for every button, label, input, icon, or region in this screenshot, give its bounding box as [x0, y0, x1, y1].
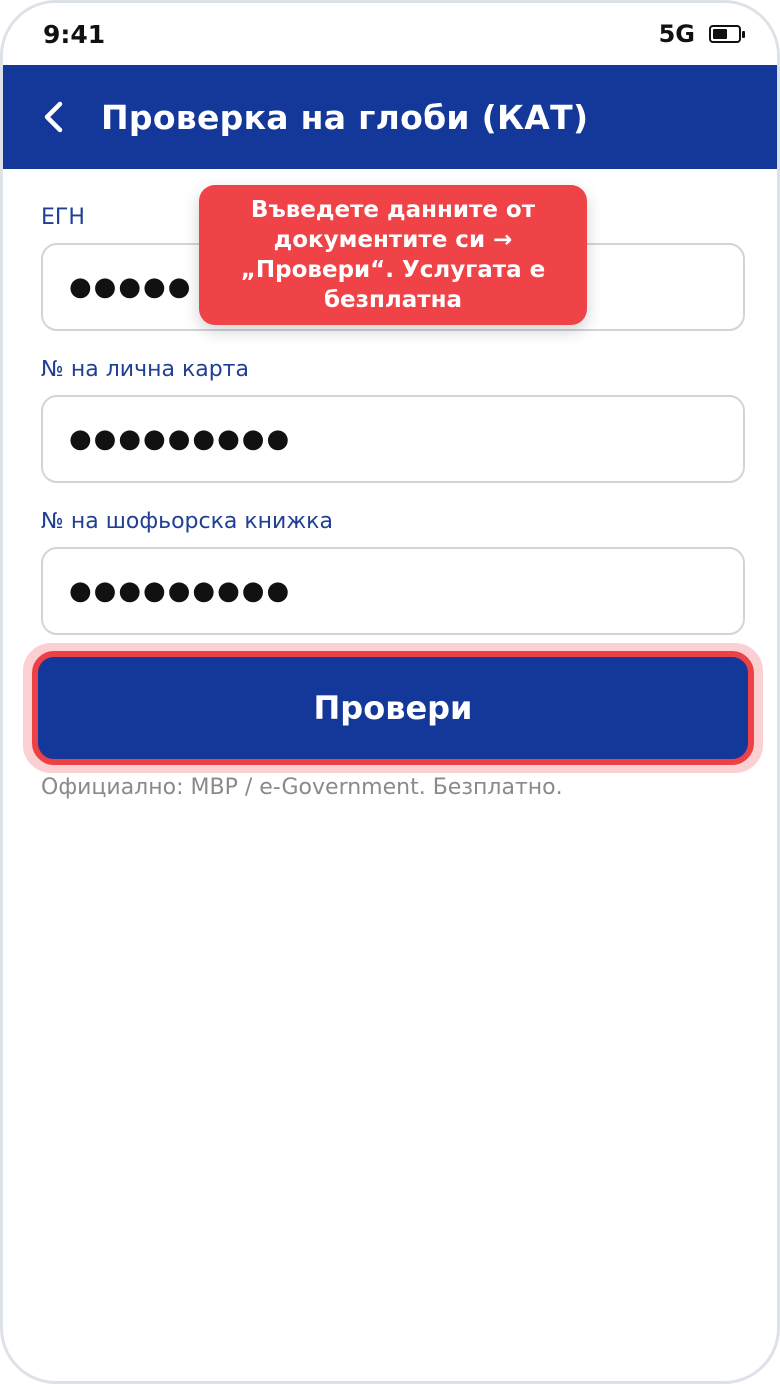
license-field-group: № на шофьорска книжка ●●●●●●●●●	[41, 507, 745, 635]
chevron-left-icon	[44, 101, 63, 133]
battery-icon	[709, 25, 745, 43]
footnote: Официално: МВР / e-Government. Безплатно…	[41, 775, 563, 800]
id-card-input[interactable]: ●●●●●●●●●	[41, 395, 745, 483]
check-button[interactable]: Провери	[32, 651, 754, 765]
app-bar: Проверка на глоби (КАТ)	[3, 65, 777, 169]
id-card-field-group: № на лична карта ●●●●●●●●●	[41, 355, 745, 483]
phone-frame: 9:41 5G Проверка на глоби (КАТ) ЕГН ●●●●…	[0, 0, 780, 1384]
id-card-label: № на лична карта	[41, 357, 249, 382]
license-label: № на шофьорска книжка	[41, 509, 333, 534]
hint-tooltip: Въведете данните от документите си → „Пр…	[199, 185, 587, 325]
check-button-highlight: Провери	[23, 643, 763, 773]
license-input[interactable]: ●●●●●●●●●	[41, 547, 745, 635]
back-button[interactable]	[41, 92, 81, 142]
page-title: Проверка на глоби (КАТ)	[101, 97, 589, 137]
status-indicators: 5G	[658, 20, 745, 48]
status-bar: 9:41 5G	[3, 3, 777, 65]
network-indicator: 5G	[658, 20, 695, 48]
status-time: 9:41	[43, 19, 106, 49]
